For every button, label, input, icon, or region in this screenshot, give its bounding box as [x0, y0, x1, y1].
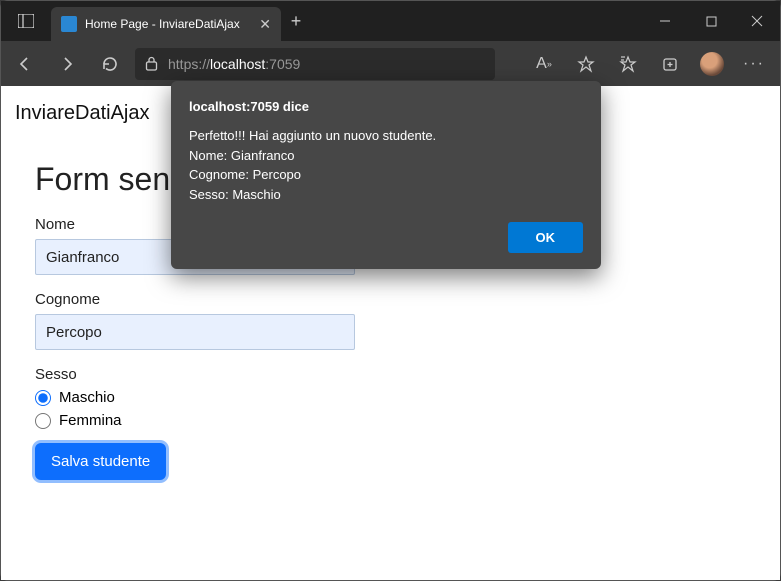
alert-line-4: Sesso: Maschio [189, 185, 583, 205]
menu-icon[interactable]: ··· [742, 52, 766, 76]
submit-button[interactable]: Salva studente [35, 443, 166, 480]
lock-icon [145, 56, 158, 71]
favorites-add-icon[interactable] [574, 52, 598, 76]
radio-row-maschio[interactable]: Maschio [35, 389, 746, 406]
tab-close-icon[interactable]: ✕ [259, 16, 271, 33]
close-window-button[interactable] [734, 1, 780, 41]
browser-toolbar: https://localhost:7059 A» ··· [1, 41, 780, 86]
radio-label-femmina: Femmina [59, 412, 122, 429]
new-tab-button[interactable]: + [281, 11, 311, 32]
url-text: https://localhost:7059 [168, 56, 300, 72]
profile-avatar[interactable] [700, 52, 724, 76]
refresh-button[interactable] [93, 48, 125, 80]
alert-line-3: Cognome: Percopo [189, 165, 583, 185]
label-sesso: Sesso [35, 366, 746, 383]
maximize-button[interactable] [688, 1, 734, 41]
address-bar[interactable]: https://localhost:7059 [135, 48, 495, 80]
label-cognome: Cognome [35, 291, 746, 308]
back-button[interactable] [9, 48, 41, 80]
toolbar-right-icons: A» ··· [532, 52, 772, 76]
radio-group-sesso: Maschio Femmina [35, 389, 746, 429]
window-controls [642, 1, 780, 41]
favorites-icon[interactable] [616, 52, 640, 76]
favicon-icon [61, 16, 77, 32]
alert-actions: OK [189, 222, 583, 253]
alert-body: Perfetto!!! Hai aggiunto un nuovo studen… [189, 126, 583, 204]
alert-line-1: Perfetto!!! Hai aggiunto un nuovo studen… [189, 126, 583, 146]
tab-title: Home Page - InviareDatiAjax [85, 17, 240, 31]
collections-icon[interactable] [658, 52, 682, 76]
radio-maschio[interactable] [35, 390, 51, 406]
input-cognome[interactable] [35, 314, 355, 350]
window-titlebar: Home Page - InviareDatiAjax ✕ + [1, 1, 780, 41]
radio-label-maschio: Maschio [59, 389, 115, 406]
alert-ok-button[interactable]: OK [508, 222, 584, 253]
read-aloud-icon[interactable]: A» [532, 52, 556, 76]
alert-dialog: localhost:7059 dice Perfetto!!! Hai aggi… [171, 81, 601, 269]
alert-title: localhost:7059 dice [189, 99, 583, 114]
minimize-button[interactable] [642, 1, 688, 41]
browser-tab[interactable]: Home Page - InviareDatiAjax ✕ [51, 7, 281, 41]
radio-row-femmina[interactable]: Femmina [35, 412, 746, 429]
forward-button[interactable] [51, 48, 83, 80]
alert-line-2: Nome: Gianfranco [189, 146, 583, 166]
tab-actions-icon[interactable] [1, 1, 51, 41]
radio-femmina[interactable] [35, 413, 51, 429]
